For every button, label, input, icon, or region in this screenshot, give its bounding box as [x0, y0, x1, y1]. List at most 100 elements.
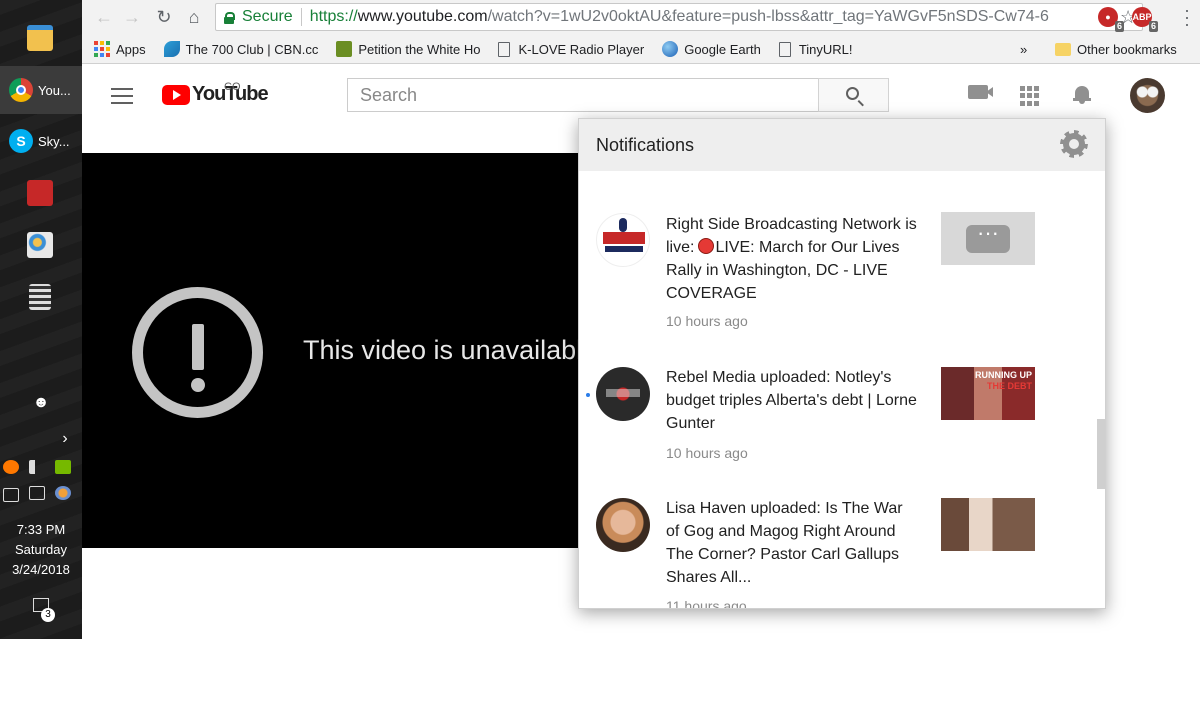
- clock-date[interactable]: 3/24/2018: [0, 562, 82, 577]
- notification-text: Right Side Broadcasting Network is live:…: [666, 213, 918, 305]
- search-button[interactable]: [818, 78, 889, 112]
- volume-icon[interactable]: [29, 460, 45, 474]
- bookmark-google-earth[interactable]: Google Earth: [662, 41, 761, 57]
- taskbar-item-label: Sky...: [38, 133, 70, 149]
- upload-video-icon[interactable]: [968, 85, 993, 99]
- address-divider: [300, 8, 302, 26]
- calculator-icon[interactable]: [29, 284, 51, 310]
- petition-icon: [336, 41, 353, 57]
- screen: You... S Sky... ☻ › 7:33 PM Saturday 3/2…: [0, 0, 1200, 721]
- notifications-list[interactable]: — — ​ Right Side Broadcasting Network is…: [579, 171, 1105, 609]
- app-red-icon[interactable]: [27, 180, 53, 206]
- folder-icon: [1055, 42, 1071, 56]
- thumb-caption-1: RUNNING UP: [974, 370, 1032, 380]
- video-unavailable-message: This video is unavailable.: [303, 335, 602, 365]
- apps-grid-icon: [94, 41, 110, 57]
- rebel-logo: [606, 389, 640, 397]
- bookmark-klove[interactable]: K-LOVE Radio Player: [498, 41, 644, 57]
- address-bar[interactable]: Secure https://www.youtube.com/watch?v=1…: [215, 3, 1143, 31]
- notification-thumbnail[interactable]: RUNNING UP THE DEBT: [941, 367, 1035, 420]
- bookmark-label: TinyURL!: [798, 41, 853, 57]
- extension-badge: 6: [1114, 21, 1124, 32]
- paint-icon[interactable]: [27, 232, 53, 258]
- bookmark-apps[interactable]: Apps: [94, 41, 146, 57]
- guide-menu-icon[interactable]: [111, 88, 133, 104]
- notification-count-badge: 3: [41, 608, 55, 622]
- notification-time: 10 hours ago: [666, 445, 748, 461]
- channel-avatar: [596, 367, 650, 421]
- file-explorer-icon[interactable]: [27, 25, 53, 51]
- search-icon: [846, 87, 859, 100]
- url-host: www.youtube.com: [357, 8, 488, 25]
- thumb-caption-2: THE DEBT: [987, 381, 1032, 391]
- other-bookmarks-label: Other bookmarks: [1077, 41, 1177, 57]
- home-button[interactable]: ⌂: [183, 6, 205, 28]
- search-input[interactable]: Search: [347, 78, 819, 112]
- notification-time: 10 hours ago: [666, 313, 748, 329]
- extension-badge: 6: [1148, 21, 1158, 32]
- channel-avatar: [596, 498, 650, 552]
- bookmarks-bar: Apps The 700 Club | CBN.cc Petition the …: [82, 36, 1200, 62]
- taskbar-item-chrome[interactable]: You...: [0, 66, 82, 114]
- bookmark-label: Petition the White Ho: [358, 41, 481, 57]
- globe-icon[interactable]: [55, 486, 71, 500]
- notification-thumbnail[interactable]: ···: [941, 212, 1035, 265]
- rsbn-mic: [619, 218, 627, 232]
- reload-button[interactable]: ↻: [153, 6, 175, 28]
- apps-icon[interactable]: [1020, 86, 1040, 106]
- bookmark-petition[interactable]: Petition the White Ho: [336, 41, 480, 57]
- other-bookmarks[interactable]: Other bookmarks: [1055, 42, 1177, 57]
- youtube-logo[interactable]: YouTube CO: [162, 81, 269, 106]
- notifications-bell-icon[interactable]: [1073, 84, 1091, 104]
- bookmark-700-club[interactable]: The 700 Club | CBN.cc: [163, 41, 318, 57]
- clock-time[interactable]: 7:33 PM: [0, 522, 82, 537]
- chevron-right-icon[interactable]: ›: [24, 430, 82, 448]
- nvidia-icon[interactable]: [55, 460, 71, 474]
- back-button[interactable]: ←: [93, 6, 115, 28]
- settings-gear-icon[interactable]: [1063, 133, 1085, 155]
- notification-item[interactable]: Right Side Broadcasting Network is live:…: [579, 209, 1105, 339]
- url-scheme: https://: [309, 8, 358, 25]
- previous-item-fragment: — — ​: [664, 171, 700, 177]
- avast-icon[interactable]: [3, 460, 19, 474]
- youtube-play-icon: [162, 84, 190, 105]
- notification-time: 11 hours ago: [666, 598, 747, 609]
- live-red-dot-icon: [698, 238, 715, 254]
- notification-item[interactable]: Rebel Media uploaded: Notley's budget tr…: [579, 367, 1105, 497]
- notification-item[interactable]: Lisa Haven uploaded: Is The War of Gog a…: [579, 498, 1105, 609]
- browser-toolbar: ← → ↻ ⌂ Secure https://www.youtube.com/w…: [82, 0, 1200, 64]
- notifications-scrollbar[interactable]: [1097, 419, 1105, 489]
- channel-avatar: [596, 213, 650, 267]
- rsbn-logo: [603, 232, 645, 244]
- notifications-popup: Notifications — — ​ Right Side Broadcast…: [578, 118, 1106, 609]
- unread-indicator: [586, 393, 590, 397]
- rsbn-banner: [605, 246, 643, 252]
- video-player[interactable]: This video is unavailable.: [82, 153, 602, 548]
- url-path: /watch?v=1wU2v0oktAU&feature=push-lbss&a…: [487, 8, 1049, 25]
- action-center-icon[interactable]: 3: [0, 598, 82, 622]
- more-dots-icon: ···: [966, 222, 1010, 253]
- lock-icon: [224, 11, 235, 24]
- taskbar-item-label: You...: [38, 82, 71, 98]
- chrome-icon: [9, 78, 33, 102]
- page-icon: [498, 41, 511, 57]
- google-earth-icon: [662, 41, 679, 57]
- windows-taskbar: You... S Sky... ☻ › 7:33 PM Saturday 3/2…: [0, 0, 82, 639]
- notification-thumbnail[interactable]: [941, 498, 1035, 551]
- clock-day[interactable]: Saturday: [0, 542, 82, 557]
- forward-button[interactable]: →: [121, 6, 143, 28]
- battery-icon[interactable]: [3, 488, 19, 502]
- secure-label: Secure: [242, 8, 293, 25]
- account-avatar[interactable]: [1130, 78, 1165, 113]
- adblock-plus-extension-icon[interactable]: ABP 6: [1132, 7, 1158, 32]
- ublock-extension-icon[interactable]: ● 6: [1098, 7, 1124, 32]
- people-icon[interactable]: ☻: [0, 394, 82, 412]
- network-icon[interactable]: [29, 486, 45, 500]
- bookmark-tinyurl[interactable]: TinyURL!: [778, 41, 853, 57]
- notifications-title: Notifications: [596, 135, 695, 155]
- browser-menu-icon[interactable]: · · ·: [1184, 1, 1190, 33]
- taskbar-item-skype[interactable]: S Sky...: [0, 117, 82, 165]
- error-icon: [132, 287, 263, 418]
- bookmarks-overflow-button[interactable]: »: [1020, 42, 1027, 57]
- page-icon: [778, 41, 791, 57]
